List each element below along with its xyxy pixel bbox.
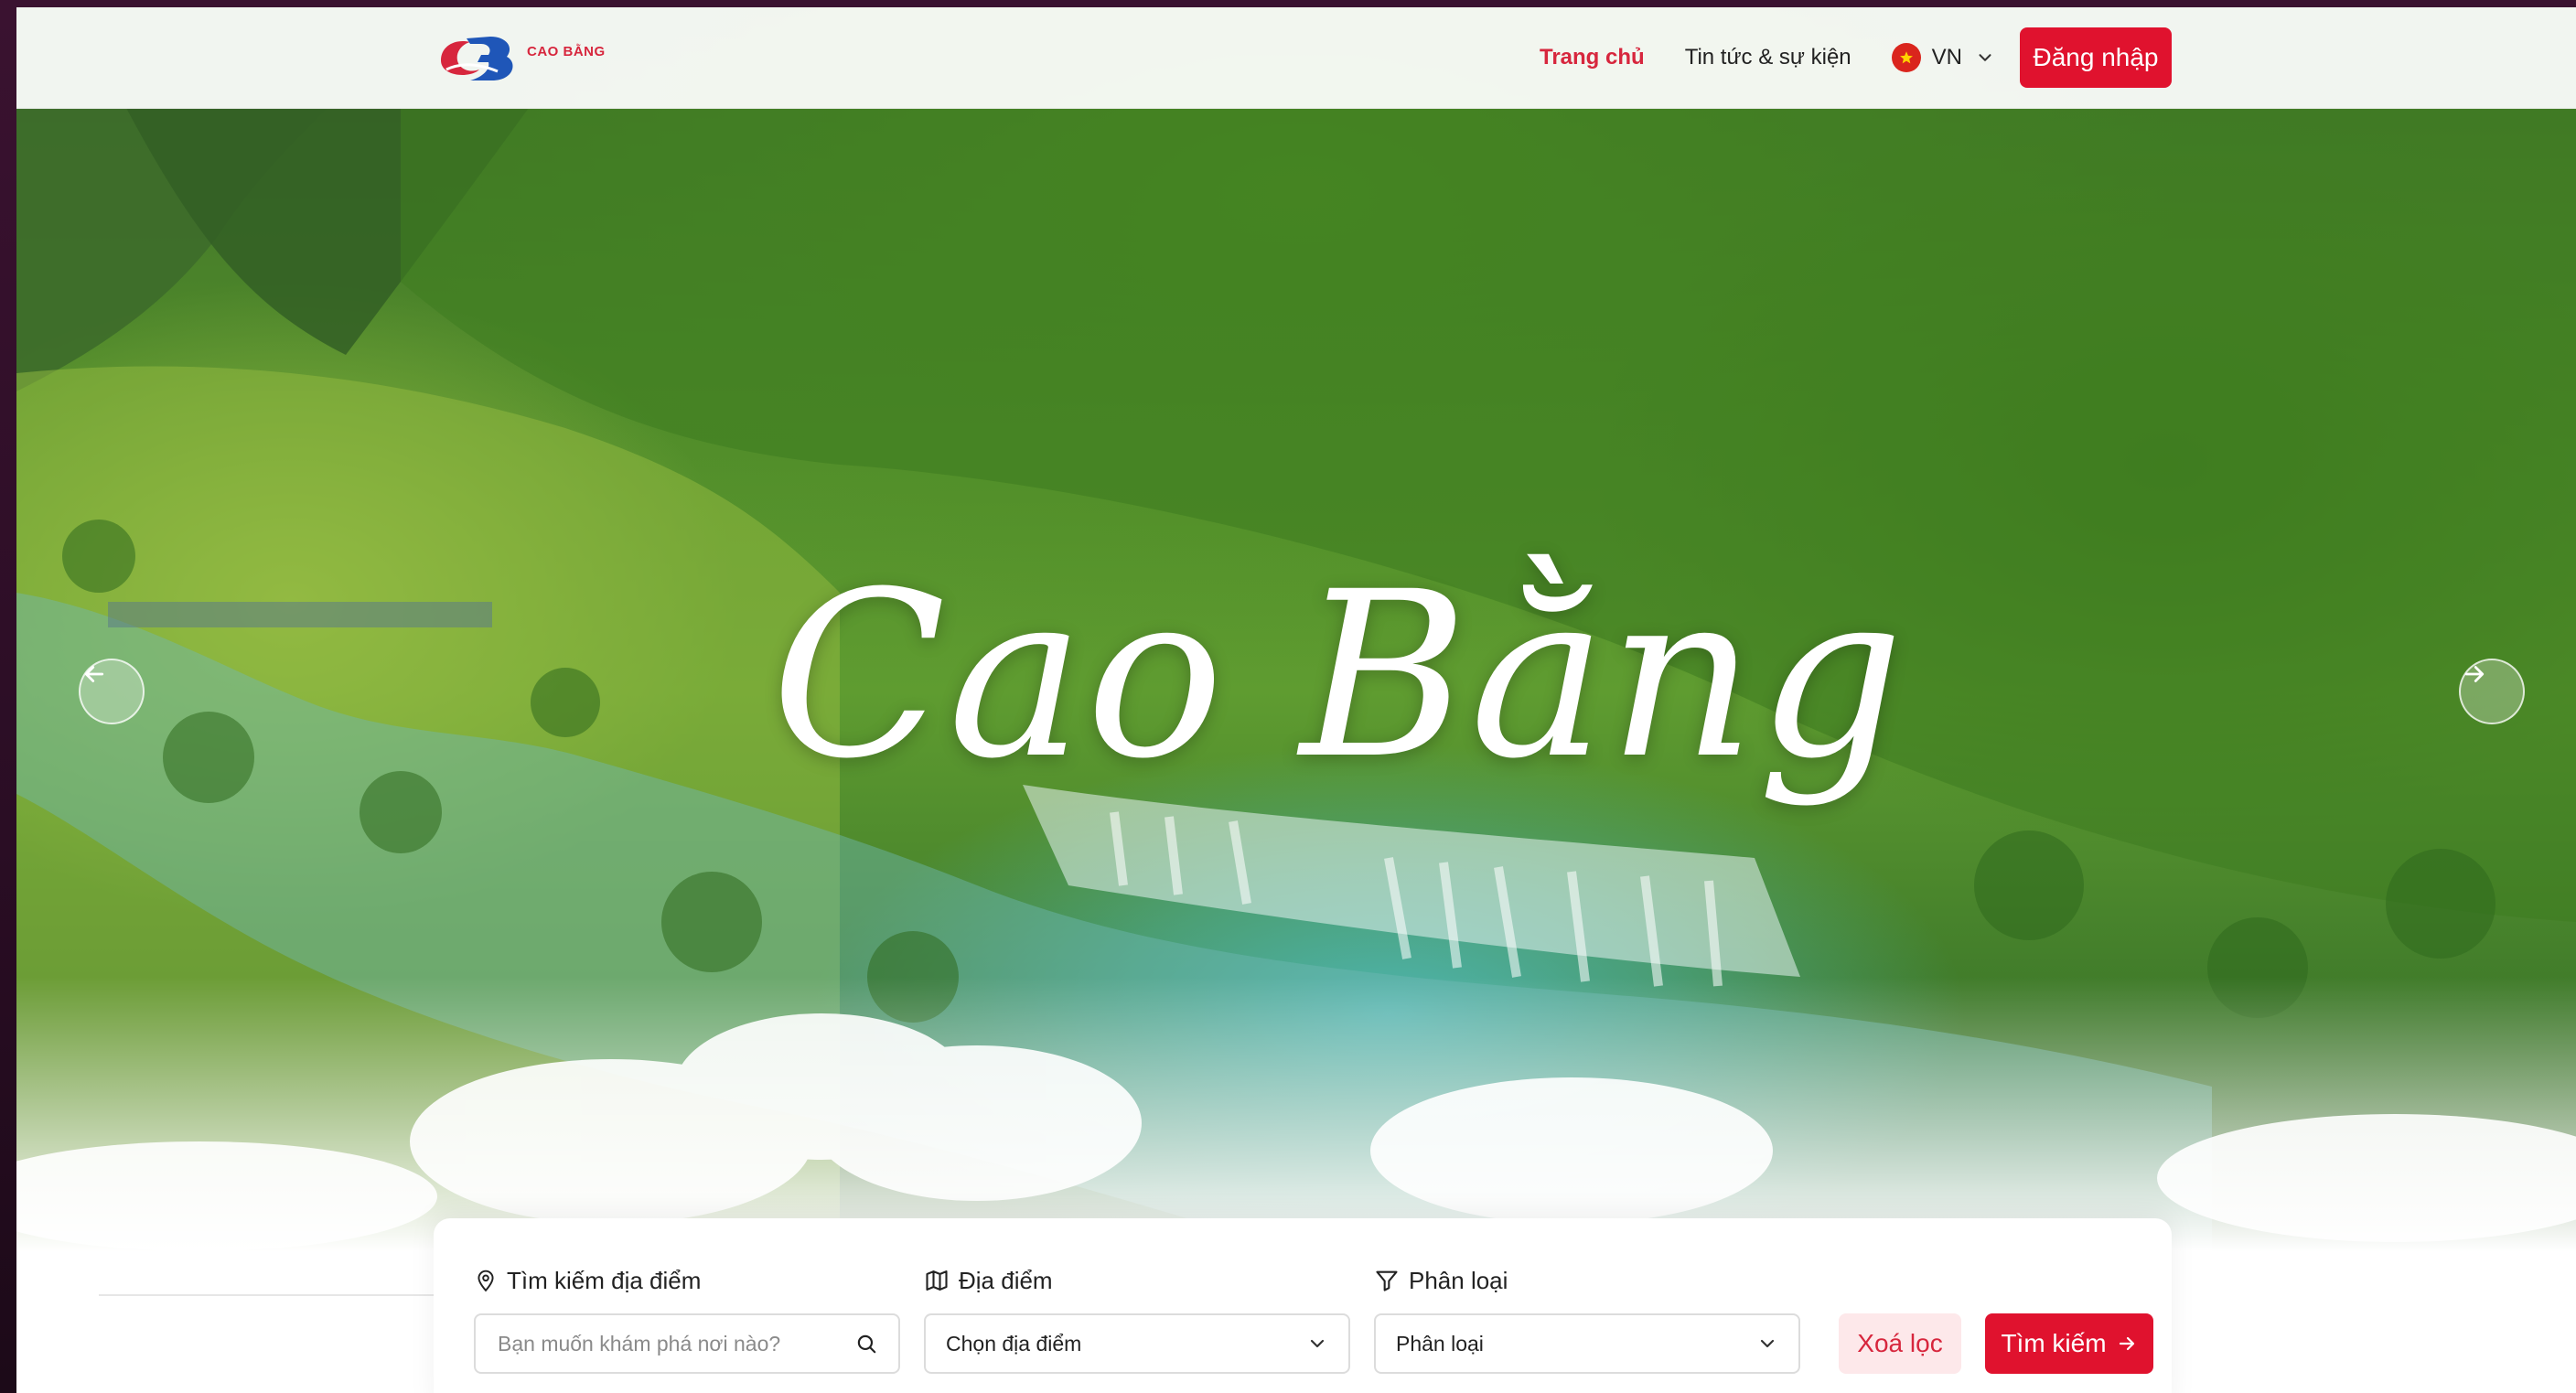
main-nav: Trang chủ Tin tức & sự kiện VN xyxy=(1540,7,2023,108)
carousel-prev-button[interactable] xyxy=(79,659,145,724)
search-button-label: Tìm kiếm xyxy=(2001,1329,2107,1357)
site-logo[interactable]: CAO BẰNG xyxy=(434,29,606,88)
map-pin-icon xyxy=(478,1270,494,1292)
search-icon[interactable] xyxy=(854,1332,878,1355)
vietnam-flag-icon xyxy=(1891,43,1921,72)
chevron-down-icon xyxy=(1979,54,1991,61)
place-label-text: Địa điểm xyxy=(959,1266,1053,1294)
chevron-down-icon xyxy=(1760,1339,1775,1348)
search-button[interactable]: Tìm kiếm xyxy=(1985,1313,2153,1374)
section-divider xyxy=(99,1294,437,1296)
place-field: Địa điểm Chọn địa điểm xyxy=(924,1264,1350,1374)
site-header: CAO BẰNG Trang chủ Tin tức & sự kiện VN … xyxy=(16,7,2576,109)
carousel-next-button[interactable] xyxy=(2459,659,2525,724)
login-button[interactable]: Đăng nhập xyxy=(2020,27,2172,88)
hero-bottom-fade xyxy=(16,977,2576,1251)
nav-item-news-events[interactable]: Tin tức & sự kiện xyxy=(1685,45,1852,70)
category-label-text: Phân loại xyxy=(1409,1266,1508,1294)
nav-item-home[interactable]: Trang chủ xyxy=(1540,45,1645,70)
location-search-label: Tìm kiếm địa điểm xyxy=(474,1264,900,1297)
location-search-field: Tìm kiếm địa điểm xyxy=(474,1264,900,1374)
browser-viewport: Cao Bằng CAO BẰNG Trang chủ Tin tức & sự… xyxy=(16,7,2576,1393)
cao-bang-logo-icon xyxy=(441,37,513,80)
arrow-right-icon xyxy=(2464,666,2485,682)
map-icon xyxy=(926,1270,948,1291)
chevron-down-icon xyxy=(1310,1339,1325,1348)
category-select[interactable]: Phân loại xyxy=(1374,1313,1800,1374)
clear-filter-button[interactable]: Xoá lọc xyxy=(1839,1313,1961,1374)
category-select-value: Phân loại xyxy=(1396,1331,1484,1355)
location-search-label-text: Tìm kiếm địa điểm xyxy=(507,1266,702,1294)
category-field: Phân loại Phân loại xyxy=(1374,1264,1800,1374)
logo-text: CAO BẰNG xyxy=(527,44,606,59)
hero-banner: Cao Bằng xyxy=(16,7,2576,1251)
location-search-box xyxy=(474,1313,900,1374)
arrow-left-icon xyxy=(84,666,104,682)
arrow-right-icon xyxy=(2119,1336,2134,1351)
search-panel: Tìm kiếm địa điểm Địa điểm Chọn địa điểm xyxy=(434,1218,2172,1393)
place-label: Địa điểm xyxy=(924,1264,1350,1297)
language-selector[interactable]: VN xyxy=(1891,43,1995,72)
place-select[interactable]: Chọn địa điểm xyxy=(924,1313,1350,1374)
language-code: VN xyxy=(1931,45,1962,70)
filter-icon xyxy=(1376,1270,1398,1291)
location-search-input[interactable] xyxy=(496,1330,854,1357)
place-select-value: Chọn địa điểm xyxy=(946,1331,1082,1355)
hero-title: Cao Bằng xyxy=(770,541,1906,809)
category-label: Phân loại xyxy=(1374,1264,1800,1297)
